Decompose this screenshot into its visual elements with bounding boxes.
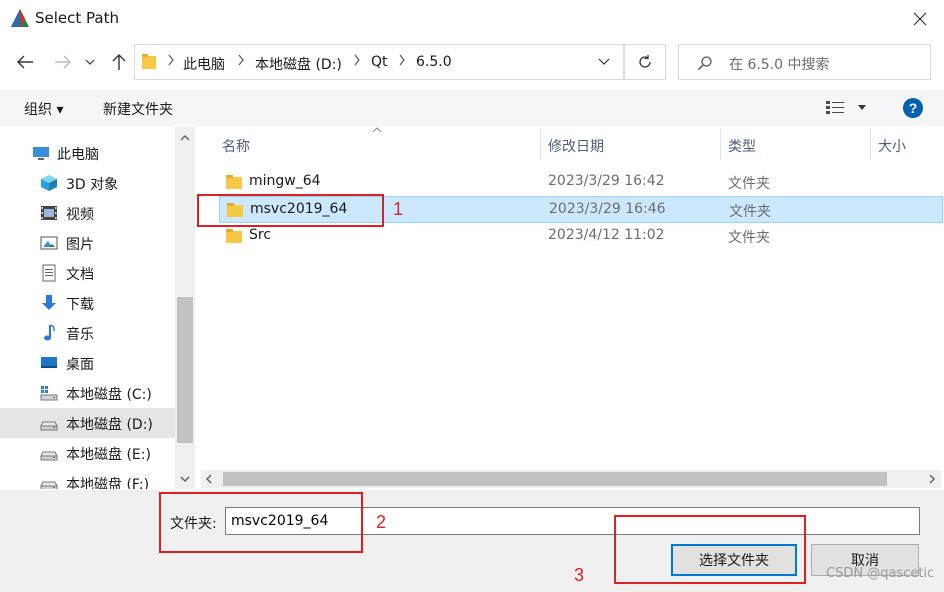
arrow-left-icon <box>17 55 33 69</box>
drive-windows-icon <box>40 386 58 401</box>
chevron-down-icon <box>85 59 95 65</box>
address-bar[interactable]: 此电脑 本地磁盘 (D:) Qt 6.5.0 <box>134 44 624 80</box>
annotation-number-3: 3 <box>574 565 585 585</box>
desktop-icon <box>41 357 57 368</box>
nav-item-videos[interactable]: 视频 <box>0 198 175 228</box>
nav-item-pictures[interactable]: 图片 <box>0 228 175 258</box>
drive-icon <box>40 451 58 461</box>
music-icon <box>44 324 55 341</box>
nav-item-downloads[interactable]: 下载 <box>0 288 175 318</box>
pictures-icon <box>40 236 58 250</box>
video-icon <box>41 206 57 220</box>
sort-ascending-icon <box>372 127 382 133</box>
breadcrumb-drive-d[interactable]: 本地磁盘 (D:) <box>255 54 342 74</box>
breadcrumb-qt[interactable]: Qt <box>371 54 388 70</box>
nav-item-drive-d[interactable]: 本地磁盘 (D:) <box>0 408 175 438</box>
annotation-number-1: 1 <box>393 199 404 219</box>
column-divider[interactable] <box>540 128 541 160</box>
scroll-left-icon[interactable] <box>205 474 213 484</box>
list-item-mingw[interactable]: mingw_64 2023/3/29 16:42 文件夹 <box>219 169 943 196</box>
scroll-right-icon[interactable] <box>928 474 936 484</box>
caret-down-icon <box>858 105 866 110</box>
column-header-type[interactable]: 类型 <box>728 136 756 156</box>
chevron-right-icon <box>399 54 405 66</box>
nav-item-3d-objects[interactable]: 3D 对象 <box>0 168 175 198</box>
breadcrumb-pc[interactable]: 此电脑 <box>183 54 225 74</box>
pc-icon <box>33 147 49 160</box>
chevron-right-icon <box>354 54 360 66</box>
close-icon <box>913 12 927 26</box>
up-button[interactable] <box>105 48 133 76</box>
horizontal-scrollbar-thumb[interactable] <box>223 472 887 486</box>
list-item-src[interactable]: Src 2023/4/12 11:02 文件夹 <box>219 223 943 250</box>
chevron-right-icon <box>168 54 174 66</box>
folder-icon <box>226 229 242 243</box>
search-icon <box>697 56 712 71</box>
forward-button[interactable] <box>49 48 77 76</box>
close-button[interactable] <box>900 2 940 36</box>
refresh-button[interactable] <box>624 44 666 80</box>
cube-3d-icon <box>41 175 57 191</box>
annotation-box-3 <box>614 515 806 584</box>
drive-icon <box>40 421 58 431</box>
chevron-down-icon <box>598 58 610 65</box>
watermark: CSDN @qascetic <box>826 566 935 581</box>
search-placeholder: 在 6.5.0 中搜索 <box>729 57 830 73</box>
scroll-down-icon[interactable] <box>180 475 190 483</box>
chevron-right-icon <box>238 54 244 66</box>
documents-icon <box>42 264 56 282</box>
nav-item-music[interactable]: 音乐 <box>0 318 175 348</box>
nav-item-drive-c[interactable]: 本地磁盘 (C:) <box>0 378 175 408</box>
address-dropdown-button[interactable] <box>586 45 622 79</box>
refresh-icon <box>639 55 651 68</box>
folder-icon <box>142 54 156 69</box>
breadcrumb-version[interactable]: 6.5.0 <box>416 54 452 70</box>
nav-item-this-pc[interactable]: 此电脑 <box>0 138 175 168</box>
annotation-box-2 <box>159 492 363 553</box>
navigation-pane[interactable]: 此电脑 3D 对象 视频 图片 文档 下载 音乐 桌面 本地磁盘 (C:) 本地… <box>0 127 195 489</box>
window-title: Select Path <box>35 9 119 27</box>
app-logo-icon <box>11 9 29 27</box>
nav-item-documents[interactable]: 文档 <box>0 258 175 288</box>
nav-item-drive-e[interactable]: 本地磁盘 (E:) <box>0 438 175 468</box>
back-button[interactable] <box>11 48 39 76</box>
column-header-date[interactable]: 修改日期 <box>548 136 604 156</box>
folder-icon <box>226 175 242 189</box>
download-icon <box>42 295 56 310</box>
annotation-number-2: 2 <box>376 512 387 532</box>
search-box[interactable]: 在 6.5.0 中搜索 <box>678 44 931 80</box>
column-divider[interactable] <box>870 128 871 160</box>
recent-locations-button[interactable] <box>80 48 100 76</box>
title-bar <box>0 0 944 38</box>
arrow-right-icon <box>55 55 71 69</box>
column-divider[interactable] <box>720 128 721 160</box>
scroll-up-icon[interactable] <box>180 134 190 142</box>
help-button[interactable]: ? <box>903 98 923 118</box>
new-folder-button[interactable]: 新建文件夹 <box>103 99 173 119</box>
nav-item-drive-f[interactable]: 本地磁盘 (F:) <box>0 468 175 489</box>
nav-scrollbar-thumb[interactable] <box>177 297 193 443</box>
view-options-button[interactable] <box>826 99 870 119</box>
organize-menu[interactable]: 组织 ▾ <box>24 99 63 119</box>
nav-item-desktop[interactable]: 桌面 <box>0 348 175 378</box>
arrow-up-icon <box>112 54 126 70</box>
column-header-name[interactable]: 名称 <box>222 136 250 156</box>
annotation-box-1 <box>197 194 384 227</box>
details-view-icon <box>826 101 844 114</box>
column-header-size[interactable]: 大小 <box>878 136 906 156</box>
drive-icon <box>40 481 58 489</box>
